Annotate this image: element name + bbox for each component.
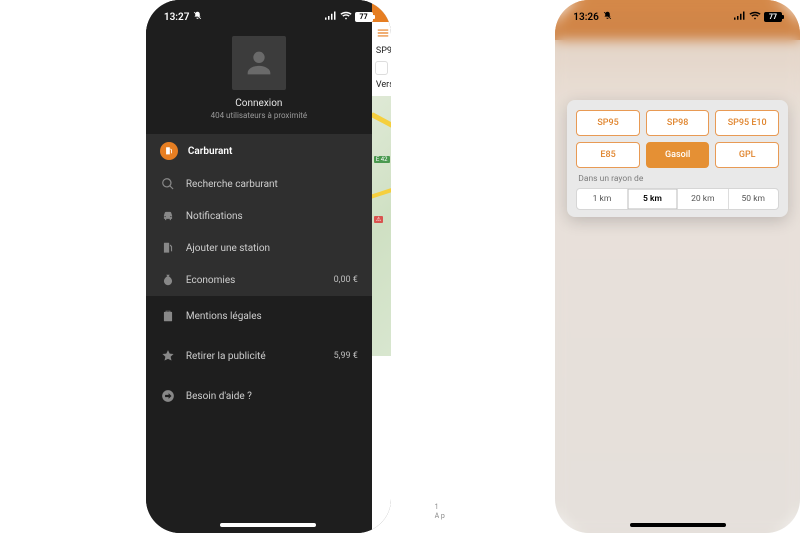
road-tag: E 42 (374, 156, 390, 163)
radius-label: Dans un rayon de (578, 174, 779, 184)
battery-indicator: 77 (764, 12, 782, 22)
wifi-icon (340, 11, 352, 24)
menu-item-legal[interactable]: Mentions légales (146, 296, 372, 336)
menu-item-remove-ads[interactable]: Retirer la publicité 5,99 € (146, 336, 372, 376)
menu-item-value: 5,99 € (334, 351, 358, 361)
menu-item-label: Recherche carburant (186, 179, 358, 190)
menu-item-label: Besoin d'aide ? (186, 391, 358, 402)
menu-item-label: Mentions légales (186, 311, 358, 322)
car-icon (160, 208, 176, 224)
profile-subtitle: 404 utilisateurs à proximité (211, 111, 308, 120)
hamburger-icon[interactable] (376, 26, 391, 43)
bell-silent-icon (193, 11, 202, 23)
fuel-pump-icon (160, 142, 178, 160)
background-app-peek: SP9 Vers E 42 ⚠ (372, 0, 391, 533)
home-indicator[interactable] (220, 523, 316, 527)
clipboard-icon (160, 308, 176, 324)
fuel-option-e85[interactable]: E85 (576, 142, 640, 168)
battery-indicator: 77 (355, 12, 373, 22)
star-icon (160, 348, 176, 364)
fuel-option-sp98[interactable]: SP98 (646, 110, 710, 136)
profile-title: Connexion (235, 98, 282, 109)
menu-item-add-station[interactable]: Ajouter une station (146, 232, 372, 264)
add-pump-icon (160, 240, 176, 256)
phone-screenshot-1: 13:27 77 Connexion 404 utilisateurs à pr… (146, 0, 391, 533)
bell-silent-icon (603, 11, 612, 23)
avatar-placeholder-icon (232, 36, 286, 90)
modal-backdrop[interactable] (555, 0, 800, 533)
radius-segmented-control: 1 km 5 km 20 km 50 km (576, 188, 779, 210)
menu-section-fuel: Carburant Recherche carburant Notificati… (146, 134, 372, 296)
menu-item-label: Economies (186, 275, 324, 286)
fuel-option-gasoil[interactable]: Gasoil (646, 142, 710, 168)
radius-option-5km[interactable]: 5 km (628, 189, 678, 209)
menu-item-label: Notifications (186, 211, 358, 222)
status-time: 13:26 (573, 12, 599, 23)
cellular-signal-icon (325, 11, 337, 24)
home-indicator[interactable] (630, 523, 726, 527)
status-bar: 13:26 77 (555, 0, 800, 28)
menu-item-label: Retirer la publicité (186, 351, 324, 362)
menu-item-carburant[interactable]: Carburant (146, 134, 372, 168)
phone-screenshot-2: 13:26 77 SP95 SP98 SP95 E10 E85 Gasoil G… (555, 0, 800, 533)
peek-row2: Vers (372, 77, 391, 93)
navigation-drawer: Connexion 404 utilisateurs à proximité C… (146, 0, 372, 533)
fuel-option-sp95[interactable]: SP95 (576, 110, 640, 136)
cropped-text-fragment: 1 A p (435, 503, 445, 521)
menu-item-notifications[interactable]: Notifications (146, 200, 372, 232)
status-time: 13:27 (164, 12, 190, 23)
menu-item-search[interactable]: Recherche carburant (146, 168, 372, 200)
warning-marker-icon: ⚠ (374, 216, 383, 223)
menu-item-economies[interactable]: Economies 0,00 € (146, 264, 372, 296)
peek-title: SP9 (372, 43, 391, 59)
wifi-icon (749, 11, 761, 24)
menu-section-misc: Mentions légales Retirer la publicité 5,… (146, 296, 372, 416)
search-icon (160, 176, 176, 192)
map-preview[interactable]: E 42 ⚠ (372, 96, 391, 356)
radius-option-50km[interactable]: 50 km (729, 189, 778, 209)
status-bar: 13:27 77 (146, 0, 391, 28)
moneybag-icon (160, 272, 176, 288)
fuel-option-gpl[interactable]: GPL (715, 142, 779, 168)
menu-item-value: 0,00 € (334, 275, 358, 285)
help-arrow-icon (160, 388, 176, 404)
fuel-option-sp95e10[interactable]: SP95 E10 (715, 110, 779, 136)
fuel-filter-modal: SP95 SP98 SP95 E10 E85 Gasoil GPL Dans u… (567, 100, 788, 217)
radius-option-20km[interactable]: 20 km (678, 189, 728, 209)
cellular-signal-icon (734, 11, 746, 24)
menu-item-label: Ajouter une station (186, 243, 358, 254)
menu-item-label: Carburant (188, 146, 358, 157)
radius-option-1km[interactable]: 1 km (577, 189, 627, 209)
menu-item-help[interactable]: Besoin d'aide ? (146, 376, 372, 416)
